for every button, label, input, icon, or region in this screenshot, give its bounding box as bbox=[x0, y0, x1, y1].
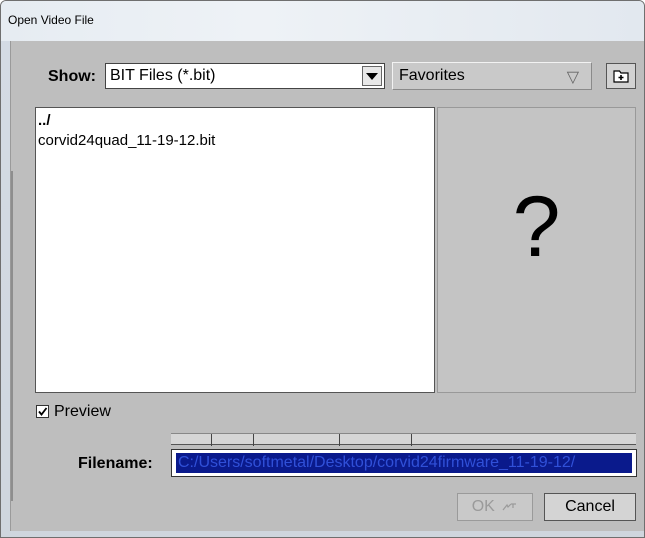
title-bar[interactable]: Open Video File bbox=[1, 1, 644, 41]
favorites-label: Favorites bbox=[399, 67, 465, 84]
new-folder-icon bbox=[613, 70, 629, 83]
favorites-dropdown[interactable]: Favorites ▽ bbox=[392, 62, 592, 90]
open-video-file-dialog: Open Video File Show: BIT Files (*.bit) … bbox=[0, 0, 645, 538]
list-item-parent-dir[interactable]: ../ bbox=[38, 112, 51, 129]
column-header-bar bbox=[171, 433, 636, 446]
window-title: Open Video File bbox=[8, 13, 94, 27]
column-divider[interactable] bbox=[211, 434, 212, 446]
left-edge-shadow bbox=[11, 171, 13, 501]
filename-input[interactable]: C:/Users/softmetal/Desktop/corvid24firmw… bbox=[171, 449, 637, 477]
ok-label: OK bbox=[471, 498, 495, 515]
file-type-select[interactable]: BIT Files (*.bit) bbox=[105, 63, 385, 89]
file-type-value: BIT Files (*.bit) bbox=[110, 67, 216, 84]
cursor-icon bbox=[502, 503, 517, 511]
column-divider[interactable] bbox=[339, 434, 340, 446]
show-label: Show: bbox=[48, 68, 96, 85]
filename-label: Filename: bbox=[78, 455, 153, 472]
preview-pane: ? bbox=[437, 107, 636, 393]
cancel-button[interactable]: Cancel bbox=[544, 493, 636, 521]
file-list[interactable]: ../ corvid24quad_11-19-12.bit bbox=[35, 107, 435, 393]
triangle-down-icon: ▽ bbox=[566, 69, 579, 86]
ok-button[interactable]: OK bbox=[457, 493, 533, 521]
preview-placeholder: ? bbox=[512, 179, 561, 275]
filename-selection: C:/Users/softmetal/Desktop/corvid24firmw… bbox=[176, 453, 632, 473]
filename-value: C:/Users/softmetal/Desktop/corvid24firmw… bbox=[178, 454, 576, 471]
column-divider[interactable] bbox=[253, 434, 254, 446]
checkmark-icon bbox=[38, 407, 48, 416]
list-item-file[interactable]: corvid24quad_11-19-12.bit bbox=[38, 132, 215, 149]
dialog-body: Show: BIT Files (*.bit) Favorites ▽ ../ … bbox=[10, 41, 644, 531]
column-divider[interactable] bbox=[411, 434, 412, 446]
file-type-dropdown-button[interactable] bbox=[362, 66, 382, 86]
preview-checkbox[interactable] bbox=[36, 405, 49, 418]
preview-label: Preview bbox=[54, 403, 111, 420]
chevron-down-icon bbox=[366, 73, 378, 80]
new-folder-button[interactable] bbox=[606, 63, 636, 89]
